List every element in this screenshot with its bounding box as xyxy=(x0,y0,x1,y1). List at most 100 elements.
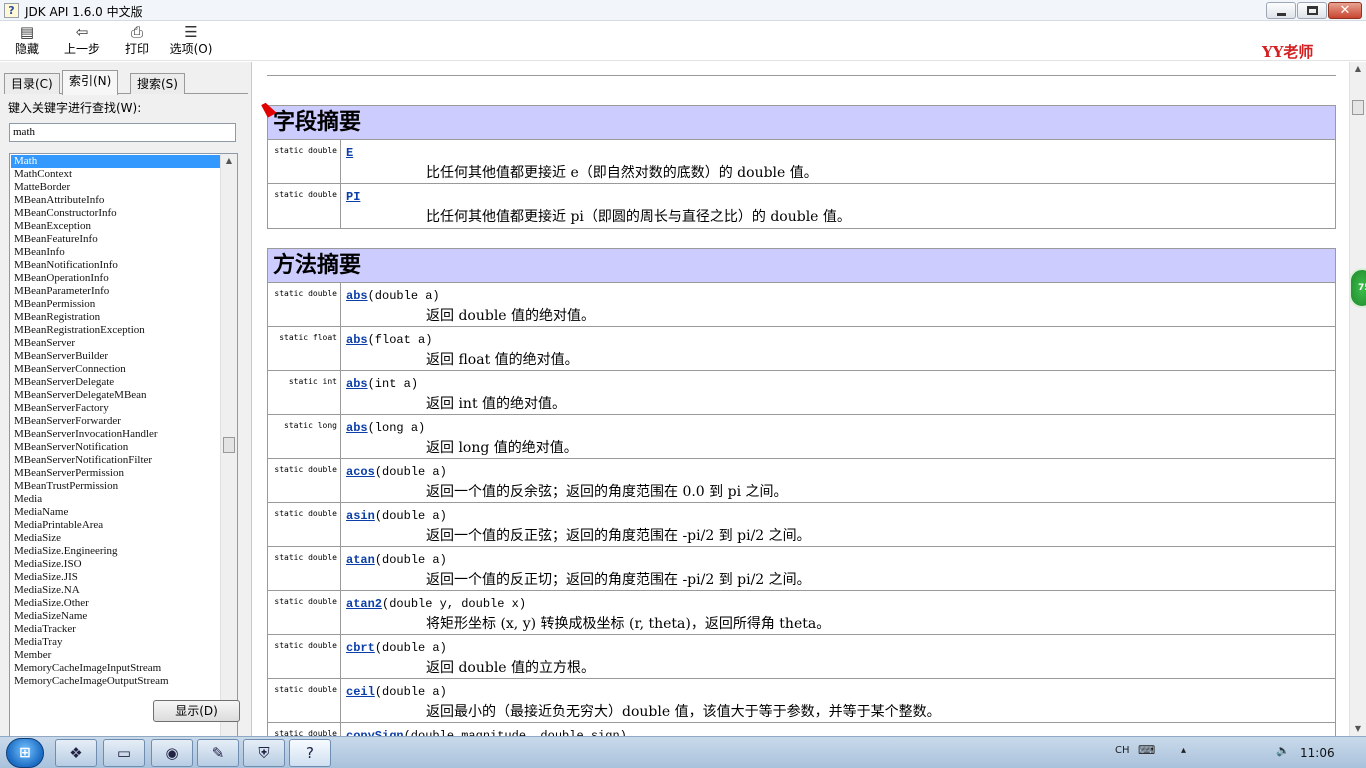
scroll-up-icon[interactable]: ▲ xyxy=(221,154,237,168)
index-list-item[interactable]: MBeanServerDelegate xyxy=(11,376,220,389)
index-list-item[interactable]: MBeanTrustPermission xyxy=(11,480,220,493)
index-list-item[interactable]: MBeanServerConnection xyxy=(11,363,220,376)
index-list-item[interactable]: MBeanOperationInfo xyxy=(11,272,220,285)
index-list-item[interactable]: MediaTray xyxy=(11,636,220,649)
member-link[interactable]: ceil xyxy=(346,685,375,699)
member-link[interactable]: abs xyxy=(346,421,368,435)
index-list-item[interactable]: MatteBorder xyxy=(11,181,220,194)
index-list-item[interactable]: MathContext xyxy=(11,168,220,181)
start-button[interactable]: ⊞ xyxy=(6,738,44,768)
index-list-item[interactable]: MediaSizeName xyxy=(11,610,220,623)
content-scrollbar[interactable]: ▲ ▼ xyxy=(1349,62,1366,736)
index-list-item[interactable]: MediaSize.Other xyxy=(11,597,220,610)
index-list-item[interactable]: Math xyxy=(11,155,220,168)
index-list-item[interactable]: MediaSize xyxy=(11,532,220,545)
taskbar-apps-button[interactable]: ❖ xyxy=(55,739,97,767)
tray-expand-icon[interactable]: ▴ xyxy=(1181,745,1186,756)
clock[interactable]: 11:06 xyxy=(1300,746,1335,760)
index-list-item[interactable]: MediaName xyxy=(11,506,220,519)
taskbar-chrome-button[interactable]: ◉ xyxy=(151,739,193,767)
show-button[interactable]: 显示(D) xyxy=(153,700,240,722)
summary-row: static double atan(double a) 返回一个值的反正切；返回的… xyxy=(268,547,1335,591)
index-list-item[interactable]: Member xyxy=(11,649,220,662)
close-button[interactable]: ✕ xyxy=(1328,2,1362,19)
index-list-item[interactable]: MBeanConstructorInfo xyxy=(11,207,220,220)
index-list-item[interactable]: MBeanServerPermission xyxy=(11,467,220,480)
floating-badge[interactable]: 75 xyxy=(1349,268,1366,308)
tab-search[interactable]: 搜索(S) xyxy=(130,73,185,94)
index-list-item[interactable]: MBeanException xyxy=(11,220,220,233)
tab-index[interactable]: 索引(N) xyxy=(62,70,119,95)
content-scroll-thumb[interactable] xyxy=(1352,100,1364,115)
member-link[interactable]: abs xyxy=(346,333,368,347)
index-list-item[interactable]: MBeanServerForwarder xyxy=(11,415,220,428)
index-list-item[interactable]: MemoryCacheImageOutputStream xyxy=(11,675,220,688)
member-link[interactable]: abs xyxy=(346,289,368,303)
index-list-item[interactable]: MediaTracker xyxy=(11,623,220,636)
app-window: ? JDK API 1.6.0 中文版 ✕ ▤ 隐藏 ⇦ 上一步 ⎙ 打印 ☰ … xyxy=(0,0,1366,768)
content-scroll-down-icon[interactable]: ▼ xyxy=(1350,722,1366,736)
index-list-item[interactable]: MBeanServerDelegateMBean xyxy=(11,389,220,402)
index-list[interactable]: Math MathContext MatteBorder MBeanAttribute… xyxy=(9,153,238,750)
index-list-item[interactable]: MBeanRegistration xyxy=(11,311,220,324)
hide-label: 隐藏 xyxy=(14,42,39,56)
watermark-text: YY老师 xyxy=(1262,43,1314,61)
member-link[interactable]: atan xyxy=(346,553,375,567)
index-list-item[interactable]: MBeanInfo xyxy=(11,246,220,259)
index-list-item[interactable]: MediaPrintableArea xyxy=(11,519,220,532)
index-list-item[interactable]: MediaSize.NA xyxy=(11,584,220,597)
member-link[interactable]: PI xyxy=(346,190,360,204)
index-scrollbar[interactable]: ▲ ▼ xyxy=(220,154,237,749)
keyword-input[interactable]: math xyxy=(9,123,236,142)
member-link[interactable]: cbrt xyxy=(346,641,375,655)
taskbar-editor-button[interactable]: ✎ xyxy=(197,739,239,767)
nav-tabs: 目录(C) 索引(N) 搜索(S) xyxy=(4,70,248,95)
member-link[interactable]: asin xyxy=(346,509,375,523)
print-button[interactable]: ⎙ 打印 xyxy=(120,23,154,59)
index-list-item[interactable]: MBeanServer xyxy=(11,337,220,350)
taskbar-explorer-button[interactable]: ▭ xyxy=(103,739,145,767)
index-list-item[interactable]: MediaSize.ISO xyxy=(11,558,220,571)
index-list-item[interactable]: MBeanServerBuilder xyxy=(11,350,220,363)
language-indicator[interactable]: CH xyxy=(1115,745,1130,756)
index-list-item[interactable]: MBeanFeatureInfo xyxy=(11,233,220,246)
options-button[interactable]: ☰ 选项(O) xyxy=(168,23,214,59)
taskbar-help-button[interactable]: ? xyxy=(289,739,331,767)
index-list-item[interactable]: MBeanServerFactory xyxy=(11,402,220,415)
content-scroll-up-icon[interactable]: ▲ xyxy=(1350,62,1366,76)
summary-row: static double PI 比任何其他值都更接近 pi（即圆的周长与直径之比）… xyxy=(268,184,1335,228)
tab-contents[interactable]: 目录(C) xyxy=(4,73,60,94)
back-button[interactable]: ⇦ 上一步 xyxy=(60,23,104,59)
index-list-item[interactable]: MemoryCacheImageInputStream xyxy=(11,662,220,675)
maximize-button[interactable] xyxy=(1297,2,1327,19)
index-list-item[interactable]: MBeanNotificationInfo xyxy=(11,259,220,272)
back-label: 上一步 xyxy=(63,42,100,56)
index-list-item[interactable]: MBeanServerNotificationFilter xyxy=(11,454,220,467)
index-list-item[interactable]: MediaSize.Engineering xyxy=(11,545,220,558)
navigation-pane: 目录(C) 索引(N) 搜索(S) 键入关键字进行查找(W): math Mat… xyxy=(0,62,252,750)
index-list-item[interactable]: MBeanPermission xyxy=(11,298,220,311)
member-link[interactable]: abs xyxy=(346,377,368,391)
member-link[interactable]: acos xyxy=(346,465,375,479)
member-params: (double a) xyxy=(374,509,447,523)
speaker-icon[interactable]: 🔈 xyxy=(1276,744,1290,757)
taskbar-shield-button[interactable]: ⛨ xyxy=(243,739,285,767)
index-list-item[interactable]: MBeanServerInvocationHandler xyxy=(11,428,220,441)
hide-button[interactable]: ▤ 隐藏 xyxy=(10,23,44,59)
index-list-item[interactable]: Media xyxy=(11,493,220,506)
index-list-item[interactable]: MBeanRegistrationException xyxy=(11,324,220,337)
index-list-item[interactable]: MBeanAttributeInfo xyxy=(11,194,220,207)
member-params: (int a) xyxy=(367,377,419,391)
member-description: 返回 int 值的绝对值。 xyxy=(426,396,567,412)
index-scroll-thumb[interactable] xyxy=(223,437,235,453)
index-list-item[interactable]: MBeanParameterInfo xyxy=(11,285,220,298)
index-list-item[interactable]: MBeanServerNotification xyxy=(11,441,220,454)
index-list-item[interactable]: MediaSize.JIS xyxy=(11,571,220,584)
member-params: (double a) xyxy=(374,465,447,479)
minimize-button[interactable] xyxy=(1266,2,1296,19)
modifier-type: static int xyxy=(268,371,341,414)
member-params: (double a) xyxy=(367,289,440,303)
keyboard-icon[interactable]: ⌨ xyxy=(1138,743,1155,757)
member-link[interactable]: E xyxy=(346,146,353,160)
member-link[interactable]: atan2 xyxy=(346,597,382,611)
